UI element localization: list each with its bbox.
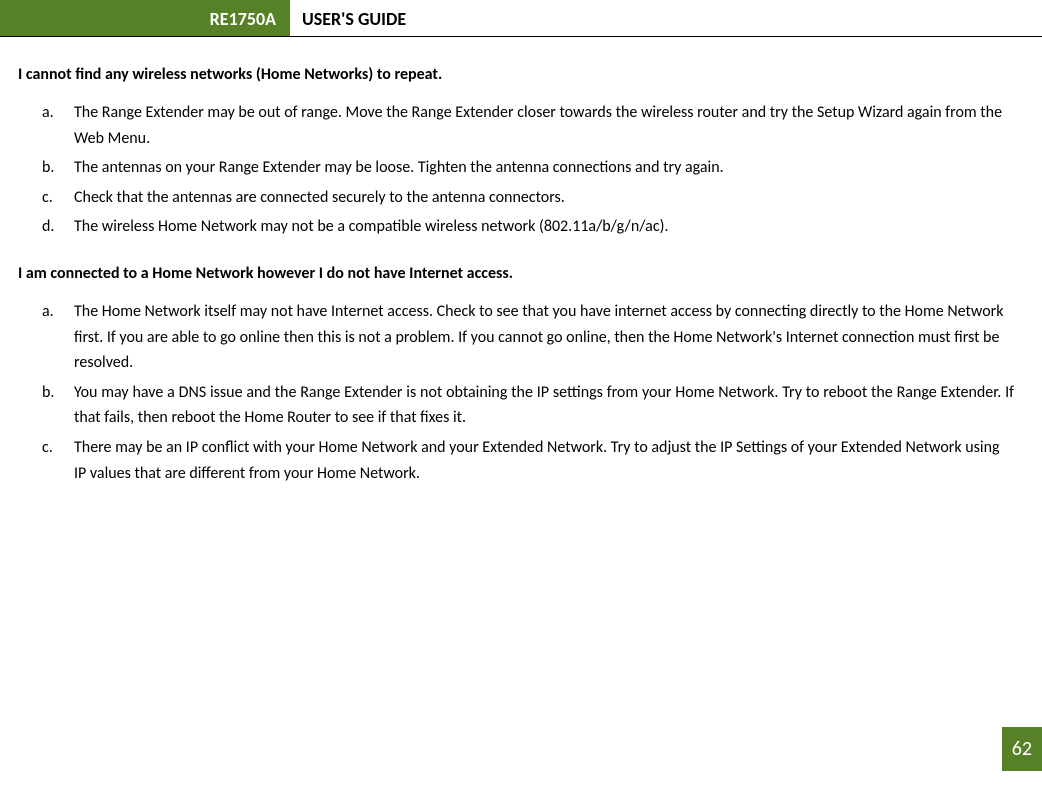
- list-block-1: a. The Range Extender may be out of rang…: [40, 100, 1014, 240]
- list-text: The Home Network itself may not have Int…: [74, 299, 1014, 376]
- list-item: a. The Range Extender may be out of rang…: [40, 100, 1014, 151]
- list-item: b. You may have a DNS issue and the Rang…: [40, 380, 1014, 431]
- list-marker: b.: [40, 155, 74, 181]
- document-header: RE1750A USER'S GUIDE: [0, 0, 1042, 37]
- page-number: 62: [1002, 727, 1042, 771]
- list-marker: d.: [40, 214, 74, 240]
- list-text: The Range Extender may be out of range. …: [74, 100, 1014, 151]
- list-text: There may be an IP conflict with your Ho…: [74, 435, 1014, 486]
- list-marker: c.: [40, 185, 74, 211]
- list-marker: b.: [40, 380, 74, 431]
- list-item: c. Check that the antennas are connected…: [40, 185, 1014, 211]
- model-badge: RE1750A: [0, 0, 290, 36]
- list-marker: a.: [40, 100, 74, 151]
- section-heading-2: I am connected to a Home Network however…: [18, 264, 1014, 283]
- list-block-2: a. The Home Network itself may not have …: [40, 299, 1014, 486]
- list-text: You may have a DNS issue and the Range E…: [74, 380, 1014, 431]
- list-item: c. There may be an IP conflict with your…: [40, 435, 1014, 486]
- model-text: RE1750A: [210, 8, 276, 30]
- section-heading-1: I cannot find any wireless networks (Hom…: [18, 65, 1014, 84]
- list-item: d. The wireless Home Network may not be …: [40, 214, 1014, 240]
- document-content: I cannot find any wireless networks (Hom…: [0, 65, 1042, 486]
- list-text: The wireless Home Network may not be a c…: [74, 214, 1014, 240]
- list-item: b. The antennas on your Range Extender m…: [40, 155, 1014, 181]
- list-text: Check that the antennas are connected se…: [74, 185, 1014, 211]
- list-item: a. The Home Network itself may not have …: [40, 299, 1014, 376]
- document-title: USER'S GUIDE: [290, 0, 406, 36]
- list-marker: a.: [40, 299, 74, 376]
- list-marker: c.: [40, 435, 74, 486]
- list-text: The antennas on your Range Extender may …: [74, 155, 1014, 181]
